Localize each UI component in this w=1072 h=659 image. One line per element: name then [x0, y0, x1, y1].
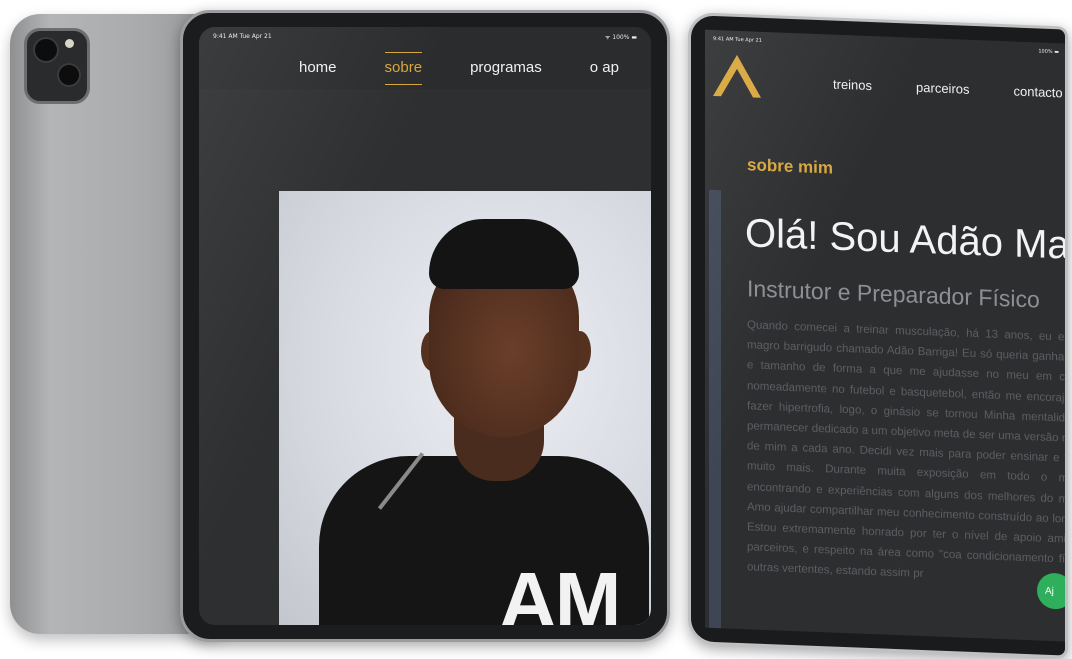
bio-paragraph: Quando comecei a treinar musculação, há …: [747, 319, 1065, 581]
wifi-icon: ᯤ: [604, 34, 611, 41]
photo-hair: [429, 219, 579, 289]
tablet-right: 9:41 AM Tue Apr 21 100% ▬ treinos parcei…: [688, 12, 1068, 659]
help-button-label: Aj: [1045, 585, 1054, 597]
status-bar: 9:41 AM Tue Apr 21 ᯤ 100% ▬: [213, 33, 637, 45]
camera-lens-icon: [33, 37, 59, 63]
nav-o-ap[interactable]: o ap: [590, 59, 619, 76]
brand-logo[interactable]: [709, 48, 765, 100]
screen-middle: 9:41 AM Tue Apr 21 ᯤ 100% ▬ home sobre p…: [199, 27, 651, 625]
status-time: 9:41 AM Tue Apr 21: [713, 35, 762, 44]
main-nav: treinos parceiros contacto: [833, 77, 1063, 101]
status-time: 9:41 AM Tue Apr 21: [213, 33, 272, 40]
page-title: Olá! Sou Adão Ma: [745, 211, 1065, 268]
nav-home[interactable]: home: [299, 59, 337, 76]
flash-icon: [65, 39, 74, 48]
battery-status: ᯤ 100% ▬: [604, 34, 637, 41]
battery-status: 100% ▬: [1038, 48, 1059, 56]
page-subtitle: Instrutor e Preparador Físico: [747, 275, 1040, 313]
shirt-print-text: AM: [499, 556, 621, 626]
accent-bar: [709, 189, 721, 642]
section-eyebrow: sobre mim: [747, 155, 833, 178]
battery-icon: ▬: [1054, 49, 1059, 56]
help-chat-button[interactable]: Aj: [1037, 572, 1065, 610]
camera-module: [24, 28, 90, 104]
tablet-middle: 9:41 AM Tue Apr 21 ᯤ 100% ▬ home sobre p…: [180, 10, 670, 642]
nav-sobre[interactable]: sobre: [384, 52, 422, 85]
nav-programas[interactable]: programas: [470, 59, 542, 76]
camera-lens-icon: [57, 63, 81, 87]
main-nav: home sobre programas o ap: [299, 52, 619, 85]
nav-treinos[interactable]: treinos: [833, 77, 872, 93]
screen-right: 9:41 AM Tue Apr 21 100% ▬ treinos parcei…: [705, 29, 1065, 642]
battery-icon: ▬: [631, 34, 637, 41]
nav-parceiros[interactable]: parceiros: [916, 80, 969, 97]
nav-contacto[interactable]: contacto: [1014, 84, 1063, 101]
profile-photo: AM: [279, 191, 651, 625]
